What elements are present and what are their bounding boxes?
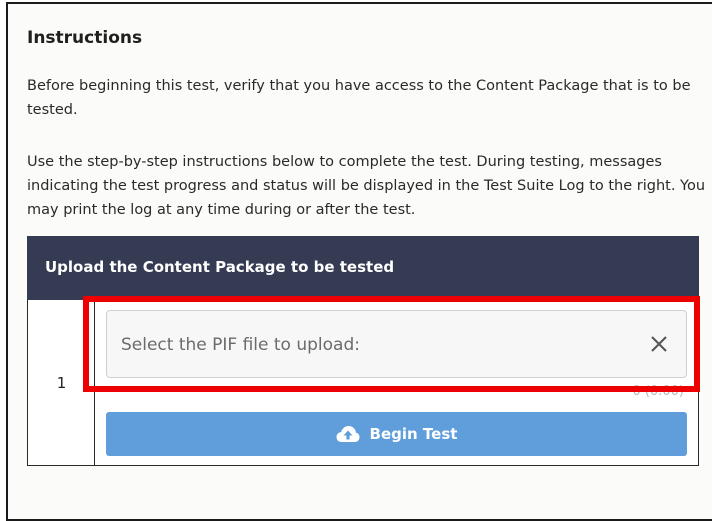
- upload-table: Upload the Content Package to be tested …: [27, 236, 699, 466]
- step-number-cell: 1: [28, 300, 95, 465]
- close-icon[interactable]: [648, 333, 670, 355]
- pif-file-input[interactable]: Select the PIF file to upload:: [106, 310, 687, 378]
- cloud-upload-icon: [336, 425, 360, 443]
- upload-step-row: 1 Select the PIF file to upload: 0 (0.00…: [27, 300, 699, 466]
- file-input-placeholder: Select the PIF file to upload:: [121, 335, 360, 355]
- file-size-status: 0 (0.00): [632, 384, 685, 399]
- instructions-title: Instructions: [27, 28, 143, 48]
- upload-section-header: Upload the Content Package to be tested: [27, 236, 699, 300]
- instructions-paragraph-2: Use the step-by-step instructions below …: [27, 154, 706, 218]
- upload-section-title: Upload the Content Package to be tested: [45, 258, 395, 276]
- begin-test-button[interactable]: Begin Test: [106, 412, 687, 456]
- instructions-panel: Instructions Before beginning this test,…: [6, 2, 712, 521]
- instructions-paragraph-1: Before beginning this test, verify that …: [27, 78, 691, 118]
- begin-test-label: Begin Test: [369, 425, 458, 443]
- step-number: 1: [56, 374, 67, 392]
